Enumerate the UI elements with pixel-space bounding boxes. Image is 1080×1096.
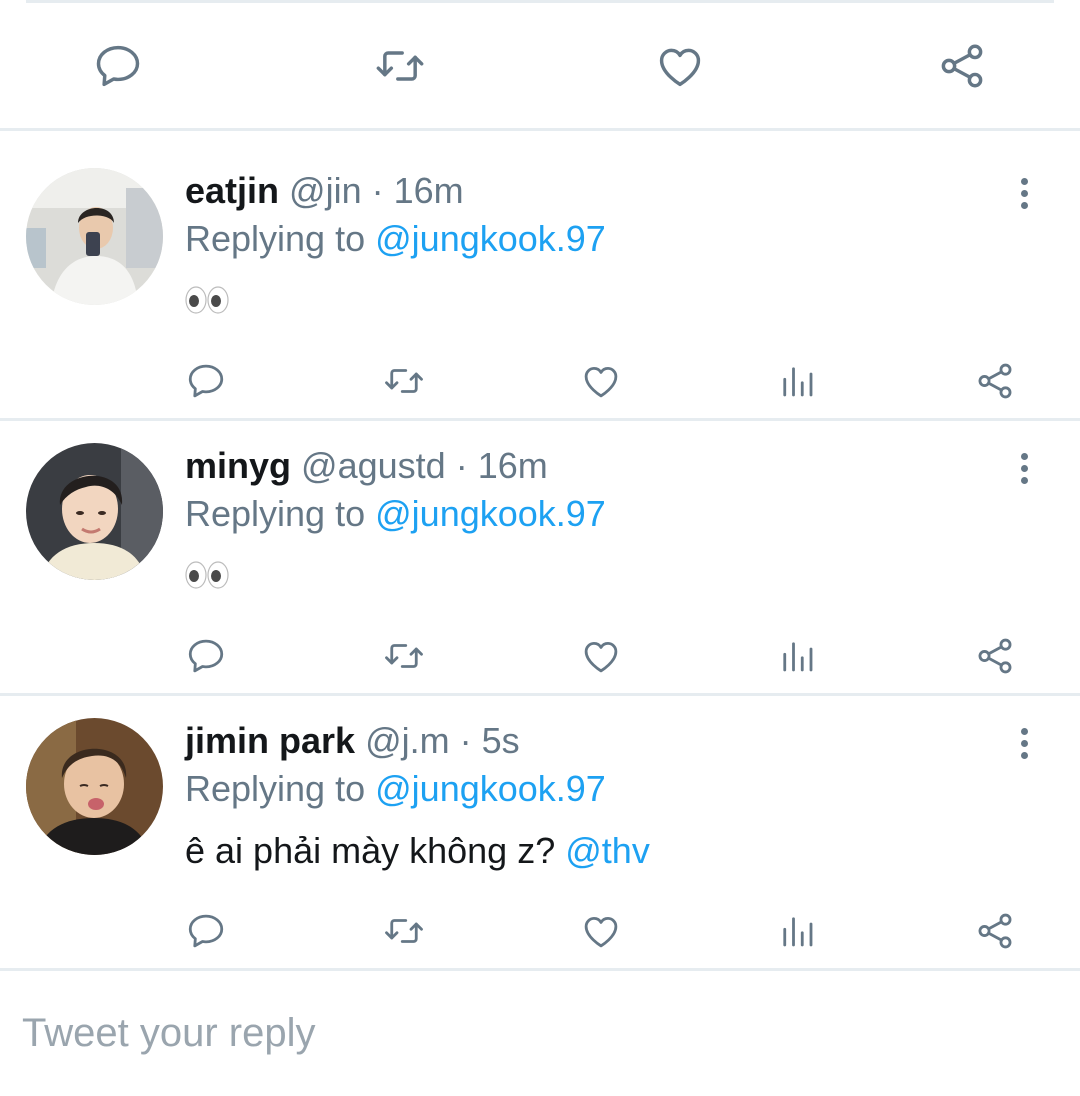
avatar[interactable] [26, 168, 163, 305]
reply-tweet[interactable]: minyg @agustd · 16m Replying to @jungkoo… [0, 405, 1080, 680]
display-name[interactable]: minyg [185, 445, 291, 486]
share-icon [936, 40, 988, 92]
like-icon [580, 360, 622, 402]
avatar[interactable] [26, 718, 163, 855]
retweet-button[interactable] [381, 358, 427, 404]
like-button[interactable] [578, 633, 624, 679]
retweet-button[interactable] [381, 908, 427, 954]
replying-to-label: Replying to [185, 218, 366, 259]
share-icon [974, 635, 1016, 677]
tweet-body-eyes-emoji [185, 285, 229, 315]
retweet-button[interactable] [381, 633, 427, 679]
analytics-icon [776, 635, 818, 677]
reply-tweet[interactable]: jimin park @j.m · 5s Replying to @jungko… [0, 680, 1080, 955]
reply-icon [92, 40, 144, 92]
divider [0, 968, 1080, 971]
replying-to-handle[interactable]: @jungkook.97 [375, 768, 606, 809]
replying-to-handle[interactable]: @jungkook.97 [375, 218, 606, 259]
analytics-icon [776, 910, 818, 952]
retweet-button[interactable] [372, 38, 428, 94]
like-button[interactable] [578, 358, 624, 404]
handle[interactable]: @j.m [365, 720, 450, 761]
tweet-body-mention[interactable]: @thv [565, 830, 650, 871]
analytics-button[interactable] [774, 908, 820, 954]
share-button[interactable] [972, 633, 1018, 679]
tweet-header: eatjin @jin · 16m [185, 168, 464, 214]
meta-separator: · [455, 445, 468, 486]
analytics-icon [776, 360, 818, 402]
timestamp: 5s [481, 720, 520, 761]
eyes-emoji-icon [185, 286, 229, 314]
reply-tweet[interactable]: eatjin @jin · 16m Replying to @jungkook.… [0, 130, 1080, 405]
meta-separator: · [371, 170, 384, 211]
like-icon [654, 40, 706, 92]
replying-to-label: Replying to [185, 493, 366, 534]
analytics-button[interactable] [774, 358, 820, 404]
reply-icon [185, 635, 227, 677]
reply-button[interactable] [183, 908, 229, 954]
share-button[interactable] [934, 38, 990, 94]
more-options-button[interactable] [1006, 722, 1042, 764]
retweet-icon [383, 910, 425, 952]
retweet-icon [383, 635, 425, 677]
handle[interactable]: @jin [289, 170, 362, 211]
reply-button[interactable] [90, 38, 146, 94]
reply-icon [185, 910, 227, 952]
reply-icon [185, 360, 227, 402]
avatar[interactable] [26, 443, 163, 580]
tweet-header: jimin park @j.m · 5s [185, 718, 520, 764]
reply-button[interactable] [183, 633, 229, 679]
analytics-button[interactable] [774, 633, 820, 679]
display-name[interactable]: jimin park [185, 720, 355, 761]
reply-composer [0, 972, 1080, 1096]
replying-to: Replying to @jungkook.97 [185, 766, 606, 812]
tweet-body-eyes-emoji [185, 560, 229, 590]
handle[interactable]: @agustd [301, 445, 446, 486]
replying-to-handle[interactable]: @jungkook.97 [375, 493, 606, 534]
timestamp: 16m [393, 170, 464, 211]
more-options-button[interactable] [1006, 172, 1042, 214]
share-button[interactable] [972, 908, 1018, 954]
like-icon [580, 635, 622, 677]
like-icon [580, 910, 622, 952]
tweet-header: minyg @agustd · 16m [185, 443, 548, 489]
replying-to: Replying to @jungkook.97 [185, 216, 606, 262]
share-button[interactable] [972, 358, 1018, 404]
more-options-button[interactable] [1006, 447, 1042, 489]
like-button[interactable] [652, 38, 708, 94]
tweet-body-text: ê ai phải mày không z? [185, 830, 556, 871]
like-button[interactable] [578, 908, 624, 954]
retweet-icon [383, 360, 425, 402]
reply-button[interactable] [183, 358, 229, 404]
share-icon [974, 360, 1016, 402]
eyes-emoji-icon [185, 561, 229, 589]
share-icon [974, 910, 1016, 952]
reply-input[interactable] [22, 998, 1052, 1068]
tweet-body: ê ai phải mày không z? @thv [185, 828, 650, 874]
timestamp: 16m [477, 445, 548, 486]
replying-to: Replying to @jungkook.97 [185, 491, 606, 537]
retweet-icon [374, 40, 426, 92]
main-tweet-actions [0, 0, 1080, 130]
replying-to-label: Replying to [185, 768, 366, 809]
meta-separator: · [459, 720, 472, 761]
display-name[interactable]: eatjin [185, 170, 279, 211]
